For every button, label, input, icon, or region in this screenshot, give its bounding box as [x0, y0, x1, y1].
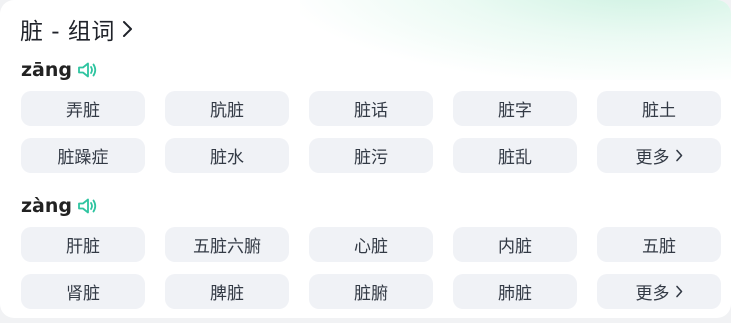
word-chip[interactable]: 脏腑 [309, 274, 433, 309]
speaker-icon[interactable] [76, 196, 98, 216]
word-chip[interactable]: 五脏六腑 [165, 227, 289, 262]
word-chip[interactable]: 脏躁症 [21, 138, 145, 173]
word-chip[interactable]: 肮脏 [165, 91, 289, 126]
word-chip[interactable]: 脏字 [453, 91, 577, 126]
more-label: 更多 [635, 148, 670, 168]
card-title-link[interactable]: 脏 - 组词 [20, 12, 133, 46]
pinyin-label: zāng [21, 59, 73, 81]
word-chip[interactable]: 脾脏 [165, 274, 289, 309]
word-chip[interactable]: 脏土 [597, 91, 721, 126]
word-chip[interactable]: 弄脏 [21, 91, 145, 126]
word-chip[interactable]: 内脏 [453, 227, 577, 262]
speaker-icon[interactable] [76, 60, 98, 80]
word-chip[interactable]: 五脏 [597, 227, 721, 262]
pinyin-row: zàng [21, 192, 98, 220]
word-chip[interactable]: 肾脏 [21, 274, 145, 309]
word-chip[interactable]: 脏话 [309, 91, 433, 126]
chevron-right-icon [675, 285, 682, 298]
header-glow-decoration [300, 0, 731, 80]
word-chip[interactable]: 脏乱 [453, 138, 577, 173]
card-title: 脏 - 组词 [20, 19, 115, 45]
more-label: 更多 [635, 284, 670, 304]
word-chip[interactable]: 肝脏 [21, 227, 145, 262]
word-chip[interactable]: 心脏 [309, 227, 433, 262]
pinyin-row: zāng [21, 56, 98, 84]
more-button[interactable]: 更多 [597, 274, 721, 309]
more-button[interactable]: 更多 [597, 138, 721, 173]
word-chip[interactable]: 脏水 [165, 138, 289, 173]
word-chip[interactable]: 脏污 [309, 138, 433, 173]
chevron-right-icon [122, 21, 132, 37]
pinyin-label: zàng [21, 195, 73, 217]
word-formation-card: 脏 - 组词 zāng 弄脏 肮脏 脏话 脏字 脏土 脏躁症 脏水 脏污 脏乱 … [0, 0, 731, 318]
word-chip[interactable]: 肺脏 [453, 274, 577, 309]
chevron-right-icon [675, 149, 682, 162]
